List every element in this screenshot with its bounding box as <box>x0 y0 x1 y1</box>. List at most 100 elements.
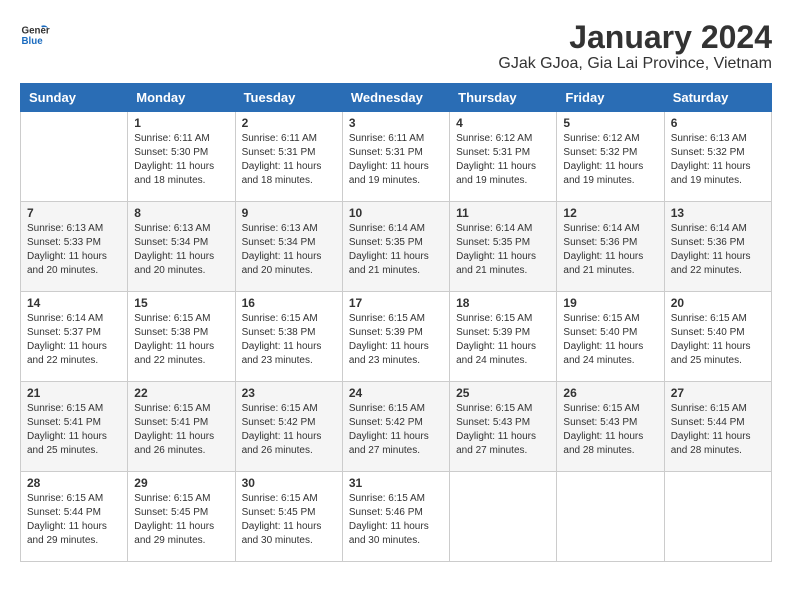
day-number: 7 <box>27 206 121 220</box>
day-of-week-header: Sunday <box>21 84 128 112</box>
calendar-cell: 15 Sunrise: 6:15 AM Sunset: 5:38 PM Dayli… <box>128 292 235 382</box>
day-info: Sunrise: 6:15 AM Sunset: 5:39 PM Dayligh… <box>456 312 550 368</box>
calendar-cell: 26 Sunrise: 6:15 AM Sunset: 5:43 PM Dayli… <box>557 382 664 472</box>
calendar-cell: 22 Sunrise: 6:15 AM Sunset: 5:41 PM Dayli… <box>128 382 235 472</box>
day-number: 15 <box>134 296 228 310</box>
day-number: 21 <box>27 386 121 400</box>
day-number: 31 <box>349 476 443 490</box>
calendar-cell: 30Sunrise: 6:15 AM Sunset: 5:45 PM Dayli… <box>235 472 342 562</box>
calendar-cell: 6Sunrise: 6:13 AM Sunset: 5:32 PM Daylig… <box>664 112 771 202</box>
day-info: Sunrise: 6:13 AM Sunset: 5:34 PM Dayligh… <box>242 222 336 278</box>
logo: General Blue <box>20 20 50 50</box>
day-info: Sunrise: 6:15 AM Sunset: 5:41 PM Dayligh… <box>134 402 228 458</box>
day-info: Sunrise: 6:15 AM Sunset: 5:42 PM Dayligh… <box>349 402 443 458</box>
calendar-cell: 31Sunrise: 6:15 AM Sunset: 5:46 PM Dayli… <box>342 472 449 562</box>
calendar-week-row: 21 Sunrise: 6:15 AM Sunset: 5:41 PM Dayli… <box>21 382 772 472</box>
day-of-week-header: Thursday <box>450 84 557 112</box>
day-info: Sunrise: 6:14 AM Sunset: 5:37 PM Dayligh… <box>27 312 121 368</box>
calendar-cell: 17 Sunrise: 6:15 AM Sunset: 5:39 PM Dayli… <box>342 292 449 382</box>
svg-text:Blue: Blue <box>22 36 44 47</box>
calendar-cell: 7 Sunrise: 6:13 AM Sunset: 5:33 PM Daylig… <box>21 202 128 292</box>
calendar-cell <box>557 472 664 562</box>
day-info: Sunrise: 6:15 AM Sunset: 5:40 PM Dayligh… <box>671 312 765 368</box>
calendar-week-row: 7 Sunrise: 6:13 AM Sunset: 5:33 PM Daylig… <box>21 202 772 292</box>
day-info: Sunrise: 6:12 AM Sunset: 5:31 PM Dayligh… <box>456 132 550 188</box>
day-number: 29 <box>134 476 228 490</box>
day-number: 2 <box>242 116 336 130</box>
calendar-cell: 19 Sunrise: 6:15 AM Sunset: 5:40 PM Dayli… <box>557 292 664 382</box>
calendar-cell: 4 Sunrise: 6:12 AM Sunset: 5:31 PM Daylig… <box>450 112 557 202</box>
day-number: 18 <box>456 296 550 310</box>
day-number: 24 <box>349 386 443 400</box>
calendar-cell <box>21 112 128 202</box>
day-info: Sunrise: 6:13 AM Sunset: 5:33 PM Dayligh… <box>27 222 121 278</box>
calendar-cell: 24 Sunrise: 6:15 AM Sunset: 5:42 PM Dayli… <box>342 382 449 472</box>
day-number: 22 <box>134 386 228 400</box>
calendar-cell: 13Sunrise: 6:14 AM Sunset: 5:36 PM Dayli… <box>664 202 771 292</box>
day-number: 26 <box>563 386 657 400</box>
day-number: 20 <box>671 296 765 310</box>
calendar-cell: 18 Sunrise: 6:15 AM Sunset: 5:39 PM Dayli… <box>450 292 557 382</box>
day-info: Sunrise: 6:12 AM Sunset: 5:32 PM Dayligh… <box>563 132 657 188</box>
calendar-cell: 27 Sunrise: 6:15 AM Sunset: 5:44 PM Dayli… <box>664 382 771 472</box>
calendar-cell: 29 Sunrise: 6:15 AM Sunset: 5:45 PM Dayli… <box>128 472 235 562</box>
calendar-cell: 9 Sunrise: 6:13 AM Sunset: 5:34 PM Daylig… <box>235 202 342 292</box>
day-info: Sunrise: 6:15 AM Sunset: 5:43 PM Dayligh… <box>563 402 657 458</box>
calendar-table: SundayMondayTuesdayWednesdayThursdayFrid… <box>20 83 772 562</box>
calendar-body: 1Sunrise: 6:11 AM Sunset: 5:30 PM Daylig… <box>21 112 772 562</box>
day-of-week-header: Tuesday <box>235 84 342 112</box>
day-number: 27 <box>671 386 765 400</box>
calendar-header-row: SundayMondayTuesdayWednesdayThursdayFrid… <box>21 84 772 112</box>
calendar-week-row: 28Sunrise: 6:15 AM Sunset: 5:44 PM Dayli… <box>21 472 772 562</box>
calendar-cell: 20 Sunrise: 6:15 AM Sunset: 5:40 PM Dayli… <box>664 292 771 382</box>
calendar-cell: 10 Sunrise: 6:14 AM Sunset: 5:35 PM Dayli… <box>342 202 449 292</box>
day-info: Sunrise: 6:11 AM Sunset: 5:31 PM Dayligh… <box>242 132 336 188</box>
calendar-cell: 21Sunrise: 6:15 AM Sunset: 5:41 PM Dayli… <box>21 382 128 472</box>
calendar-cell: 11 Sunrise: 6:14 AM Sunset: 5:35 PM Dayli… <box>450 202 557 292</box>
svg-text:General: General <box>22 26 51 37</box>
calendar-week-row: 14 Sunrise: 6:14 AM Sunset: 5:37 PM Dayli… <box>21 292 772 382</box>
calendar-cell: 2 Sunrise: 6:11 AM Sunset: 5:31 PM Daylig… <box>235 112 342 202</box>
day-number: 11 <box>456 206 550 220</box>
calendar-week-row: 1Sunrise: 6:11 AM Sunset: 5:30 PM Daylig… <box>21 112 772 202</box>
calendar-cell: 16 Sunrise: 6:15 AM Sunset: 5:38 PM Dayli… <box>235 292 342 382</box>
day-info: Sunrise: 6:15 AM Sunset: 5:40 PM Dayligh… <box>563 312 657 368</box>
day-number: 25 <box>456 386 550 400</box>
calendar-cell: 12 Sunrise: 6:14 AM Sunset: 5:36 PM Dayli… <box>557 202 664 292</box>
day-info: Sunrise: 6:15 AM Sunset: 5:45 PM Dayligh… <box>134 492 228 548</box>
day-number: 19 <box>563 296 657 310</box>
calendar-cell <box>450 472 557 562</box>
day-info: Sunrise: 6:14 AM Sunset: 5:35 PM Dayligh… <box>456 222 550 278</box>
day-info: Sunrise: 6:15 AM Sunset: 5:45 PM Dayligh… <box>242 492 336 548</box>
day-info: Sunrise: 6:13 AM Sunset: 5:32 PM Dayligh… <box>671 132 765 188</box>
day-info: Sunrise: 6:15 AM Sunset: 5:44 PM Dayligh… <box>671 402 765 458</box>
day-info: Sunrise: 6:15 AM Sunset: 5:39 PM Dayligh… <box>349 312 443 368</box>
calendar-cell <box>664 472 771 562</box>
day-info: Sunrise: 6:15 AM Sunset: 5:38 PM Dayligh… <box>242 312 336 368</box>
day-info: Sunrise: 6:15 AM Sunset: 5:38 PM Dayligh… <box>134 312 228 368</box>
calendar-cell: 8Sunrise: 6:13 AM Sunset: 5:34 PM Daylig… <box>128 202 235 292</box>
day-info: Sunrise: 6:13 AM Sunset: 5:34 PM Dayligh… <box>134 222 228 278</box>
day-number: 3 <box>349 116 443 130</box>
day-number: 4 <box>456 116 550 130</box>
day-number: 16 <box>242 296 336 310</box>
day-info: Sunrise: 6:14 AM Sunset: 5:35 PM Dayligh… <box>349 222 443 278</box>
day-info: Sunrise: 6:15 AM Sunset: 5:44 PM Dayligh… <box>27 492 121 548</box>
day-number: 17 <box>349 296 443 310</box>
day-number: 13 <box>671 206 765 220</box>
day-info: Sunrise: 6:15 AM Sunset: 5:43 PM Dayligh… <box>456 402 550 458</box>
day-number: 12 <box>563 206 657 220</box>
logo-icon: General Blue <box>20 20 50 50</box>
day-number: 14 <box>27 296 121 310</box>
day-info: Sunrise: 6:15 AM Sunset: 5:42 PM Dayligh… <box>242 402 336 458</box>
page-header: General Blue January 2024 GJak GJoa, Gia… <box>20 20 772 73</box>
calendar-cell: 25 Sunrise: 6:15 AM Sunset: 5:43 PM Dayli… <box>450 382 557 472</box>
day-info: Sunrise: 6:11 AM Sunset: 5:31 PM Dayligh… <box>349 132 443 188</box>
day-of-week-header: Friday <box>557 84 664 112</box>
day-info: Sunrise: 6:14 AM Sunset: 5:36 PM Dayligh… <box>563 222 657 278</box>
calendar-cell: 28Sunrise: 6:15 AM Sunset: 5:44 PM Dayli… <box>21 472 128 562</box>
day-number: 10 <box>349 206 443 220</box>
day-number: 9 <box>242 206 336 220</box>
calendar-title: January 2024 <box>498 20 772 55</box>
day-of-week-header: Monday <box>128 84 235 112</box>
